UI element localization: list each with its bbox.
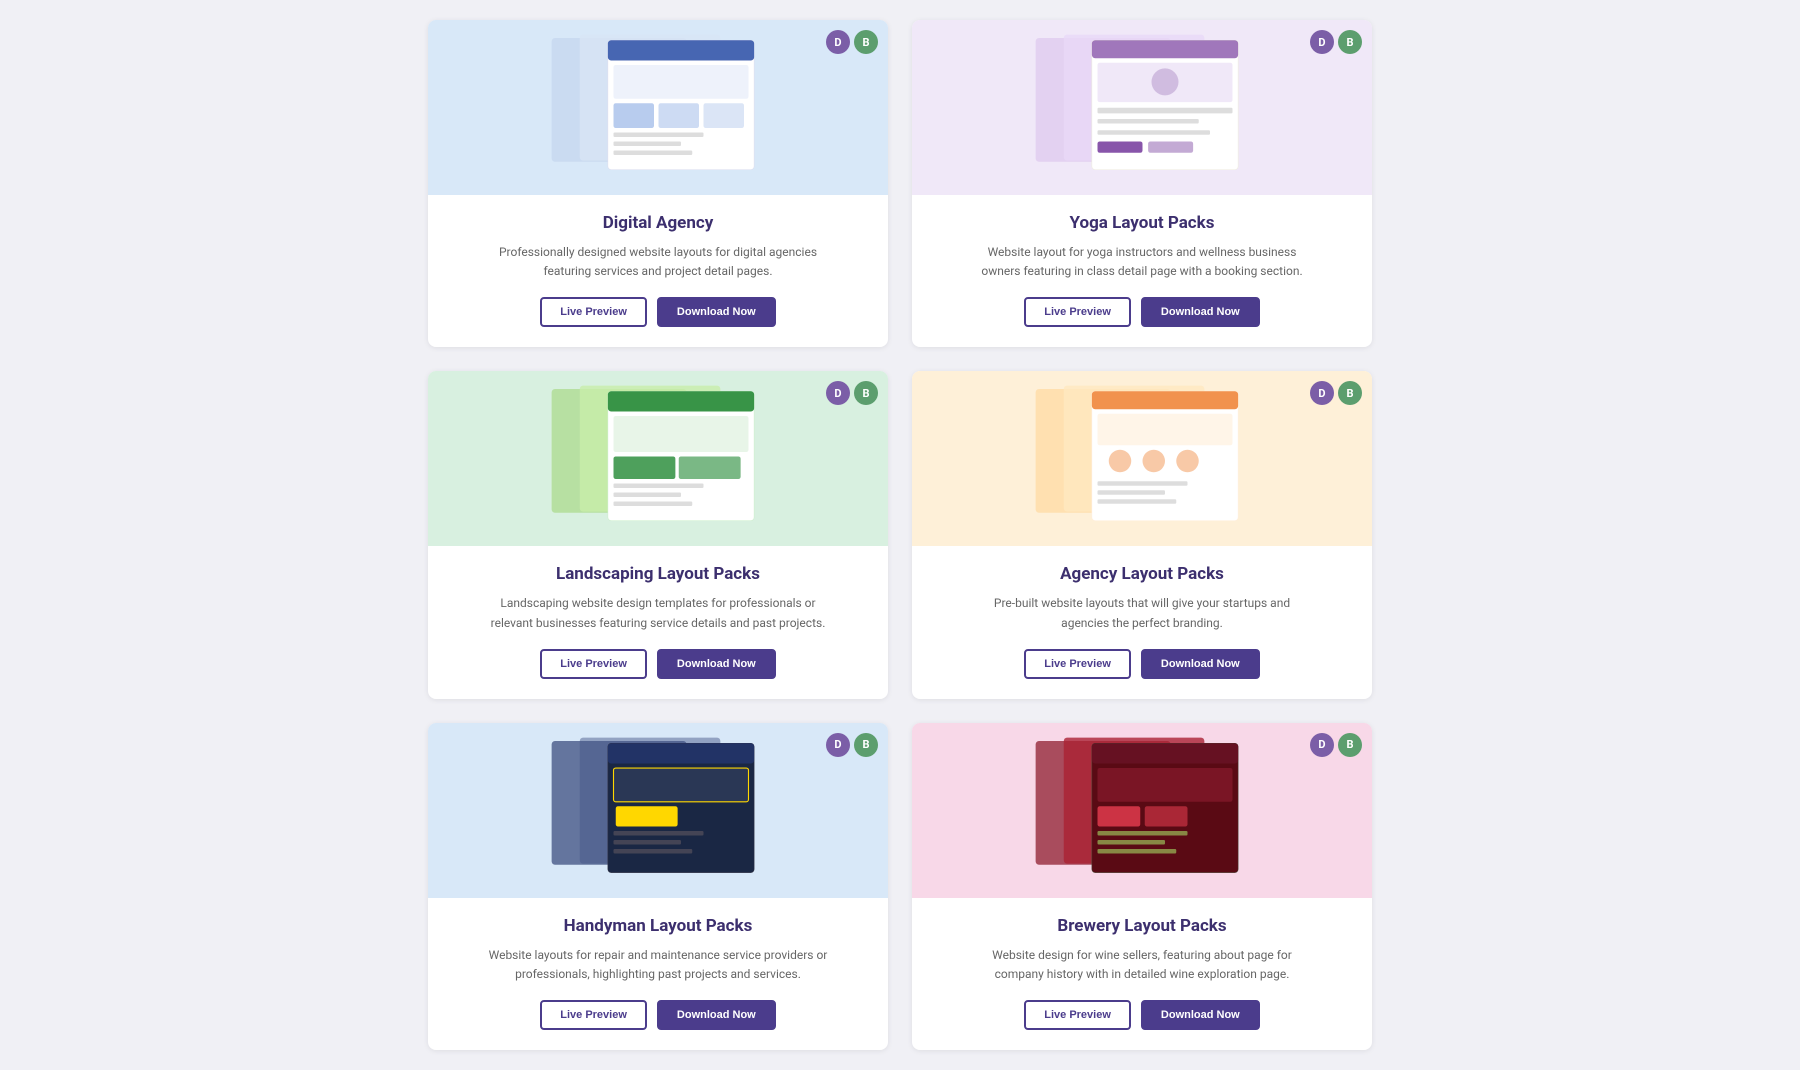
card-title: Brewery Layout Packs bbox=[936, 916, 1348, 936]
card-image-bg bbox=[428, 20, 888, 195]
live-preview-button[interactable]: Live Preview bbox=[540, 1000, 647, 1030]
card-actions: Live Preview Download Now bbox=[452, 649, 864, 679]
card-title: Yoga Layout Packs bbox=[936, 213, 1348, 233]
card-description: Website design for wine sellers, featuri… bbox=[972, 946, 1312, 984]
card-title: Digital Agency bbox=[452, 213, 864, 233]
card-body-brewery-layout: Brewery Layout Packs Website design for … bbox=[912, 898, 1372, 1050]
card-badges: D B bbox=[826, 381, 878, 405]
layout-packs-grid: D B Digital Agency Professionally design… bbox=[428, 20, 1372, 1050]
card-title: Landscaping Layout Packs bbox=[452, 564, 864, 584]
live-preview-button[interactable]: Live Preview bbox=[1024, 649, 1131, 679]
card-mockup bbox=[463, 29, 854, 187]
card-image-bg bbox=[912, 723, 1372, 898]
download-now-button[interactable]: Download Now bbox=[1141, 649, 1260, 679]
download-now-button[interactable]: Download Now bbox=[1141, 1000, 1260, 1030]
card-image-agency-layout: D B bbox=[912, 371, 1372, 546]
card-mockup bbox=[947, 380, 1338, 538]
live-preview-button[interactable]: Live Preview bbox=[540, 297, 647, 327]
card-image-digital-agency: D B bbox=[428, 20, 888, 195]
card-actions: Live Preview Download Now bbox=[936, 649, 1348, 679]
live-preview-button[interactable]: Live Preview bbox=[540, 649, 647, 679]
card-agency-layout: D B Agency Layout Packs Pre-built websit… bbox=[912, 371, 1372, 698]
badge-builder: B bbox=[1338, 381, 1362, 405]
download-now-button[interactable]: Download Now bbox=[1141, 297, 1260, 327]
card-image-bg bbox=[428, 723, 888, 898]
download-now-button[interactable]: Download Now bbox=[657, 649, 776, 679]
card-description: Landscaping website design templates for… bbox=[488, 594, 828, 632]
card-mockup bbox=[947, 29, 1338, 187]
badge-divi: D bbox=[1310, 30, 1334, 54]
badge-builder: B bbox=[854, 733, 878, 757]
badge-builder: B bbox=[1338, 30, 1362, 54]
card-digital-agency: D B Digital Agency Professionally design… bbox=[428, 20, 888, 347]
card-image-bg bbox=[428, 371, 888, 546]
card-badges: D B bbox=[826, 733, 878, 757]
live-preview-button[interactable]: Live Preview bbox=[1024, 297, 1131, 327]
badge-divi: D bbox=[826, 30, 850, 54]
badge-builder: B bbox=[854, 30, 878, 54]
card-landscaping-layout: D B Landscaping Layout Packs Landscaping… bbox=[428, 371, 888, 698]
card-badges: D B bbox=[1310, 733, 1362, 757]
card-image-bg bbox=[912, 20, 1372, 195]
card-actions: Live Preview Download Now bbox=[452, 297, 864, 327]
download-now-button[interactable]: Download Now bbox=[657, 297, 776, 327]
card-body-digital-agency: Digital Agency Professionally designed w… bbox=[428, 195, 888, 347]
badge-builder: B bbox=[854, 381, 878, 405]
card-image-landscaping-layout: D B bbox=[428, 371, 888, 546]
card-body-yoga-layout: Yoga Layout Packs Website layout for yog… bbox=[912, 195, 1372, 347]
badge-divi: D bbox=[1310, 733, 1334, 757]
card-handyman-layout: D B Handyman Layout Packs Website layout… bbox=[428, 723, 888, 1050]
live-preview-button[interactable]: Live Preview bbox=[1024, 1000, 1131, 1030]
card-brewery-layout: D B Brewery Layout Packs Website design … bbox=[912, 723, 1372, 1050]
badge-divi: D bbox=[826, 733, 850, 757]
card-title: Handyman Layout Packs bbox=[452, 916, 864, 936]
card-mockup bbox=[463, 380, 854, 538]
download-now-button[interactable]: Download Now bbox=[657, 1000, 776, 1030]
card-badges: D B bbox=[1310, 381, 1362, 405]
card-actions: Live Preview Download Now bbox=[936, 297, 1348, 327]
card-actions: Live Preview Download Now bbox=[452, 1000, 864, 1030]
card-badges: D B bbox=[1310, 30, 1362, 54]
badge-builder: B bbox=[1338, 733, 1362, 757]
card-image-brewery-layout: D B bbox=[912, 723, 1372, 898]
card-mockup bbox=[947, 732, 1338, 890]
card-body-landscaping-layout: Landscaping Layout Packs Landscaping web… bbox=[428, 546, 888, 698]
badge-divi: D bbox=[826, 381, 850, 405]
badge-divi: D bbox=[1310, 381, 1334, 405]
card-yoga-layout: D B Yoga Layout Packs Website layout for… bbox=[912, 20, 1372, 347]
card-title: Agency Layout Packs bbox=[936, 564, 1348, 584]
card-description: Website layouts for repair and maintenan… bbox=[488, 946, 828, 984]
card-actions: Live Preview Download Now bbox=[936, 1000, 1348, 1030]
card-description: Pre-built website layouts that will give… bbox=[972, 594, 1312, 632]
card-body-agency-layout: Agency Layout Packs Pre-built website la… bbox=[912, 546, 1372, 698]
card-description: Professionally designed website layouts … bbox=[488, 243, 828, 281]
card-description: Website layout for yoga instructors and … bbox=[972, 243, 1312, 281]
card-body-handyman-layout: Handyman Layout Packs Website layouts fo… bbox=[428, 898, 888, 1050]
card-image-yoga-layout: D B bbox=[912, 20, 1372, 195]
card-mockup bbox=[463, 732, 854, 890]
card-image-bg bbox=[912, 371, 1372, 546]
card-badges: D B bbox=[826, 30, 878, 54]
card-image-handyman-layout: D B bbox=[428, 723, 888, 898]
